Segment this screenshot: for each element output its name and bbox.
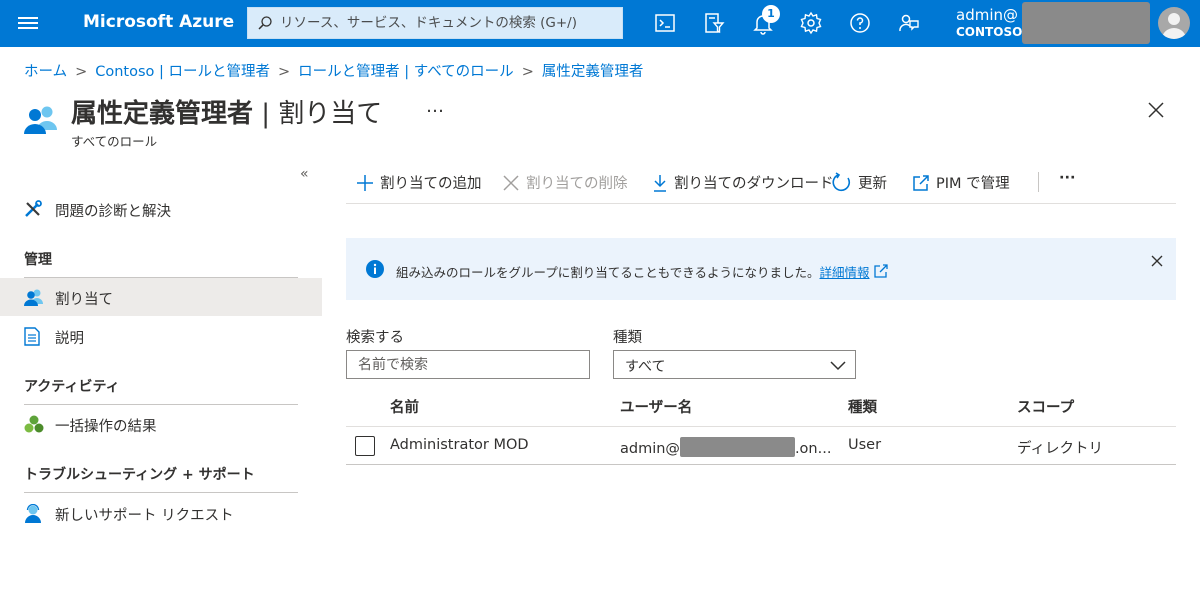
global-search-input[interactable] — [280, 13, 610, 33]
manage-in-pim-label: PIM で管理 — [936, 176, 1010, 192]
banner-message: 組み込みのロールをグループに割り当てることもできるようになりました。詳細情報 — [396, 262, 888, 281]
wrench-screwdriver-icon — [25, 200, 42, 217]
breadcrumb-chevron-icon: > — [75, 64, 88, 80]
global-search[interactable] — [247, 7, 623, 39]
external-link-icon[interactable] — [873, 264, 888, 278]
users-icon — [24, 289, 43, 306]
portal-brand[interactable]: Microsoft Azure — [83, 12, 234, 32]
notification-count-badge: 1 — [762, 5, 780, 23]
page-title: 属性定義管理者 | 割り当て — [71, 93, 382, 130]
breadcrumb-current-role[interactable]: 属性定義管理者 — [542, 64, 644, 80]
top-bar: Microsoft Azure 1 admin@ CONTOSO — [0, 0, 1200, 47]
external-link-icon — [913, 175, 929, 191]
info-banner: 組み込みのロールをグループに割り当てることもできるようになりました。詳細情報 — [346, 238, 1176, 300]
type-dropdown-value: すべて — [625, 359, 666, 375]
feedback-icon[interactable] — [897, 11, 921, 35]
column-header-scope[interactable]: スコープ — [1017, 396, 1074, 417]
cell-username-suffix: .on... — [794, 441, 832, 457]
column-header-username[interactable]: ユーザー名 — [620, 396, 692, 417]
cell-name[interactable]: Administrator MOD — [390, 437, 529, 453]
refresh-label: 更新 — [858, 176, 887, 192]
cloud-shell-icon[interactable] — [653, 11, 677, 35]
breadcrumb-contoso-roles[interactable]: Contoso | ロールと管理者 — [95, 64, 270, 80]
dismiss-banner-icon[interactable] — [1150, 254, 1164, 268]
role-users-icon — [24, 106, 57, 134]
avatar[interactable] — [1158, 7, 1190, 39]
plus-icon — [357, 175, 373, 191]
add-assignment-button[interactable]: 割り当ての追加 — [356, 172, 482, 193]
add-assignment-label: 割り当ての追加 — [380, 176, 482, 192]
sidebar-section-activity: アクティビティ — [24, 376, 298, 405]
manage-in-pim-button[interactable]: PIM で管理 — [912, 172, 1010, 193]
sidebar-section-manage: 管理 — [24, 249, 298, 278]
support-person-icon — [25, 504, 41, 523]
chevron-down-icon — [830, 361, 846, 371]
sidebar-item-bulk-results[interactable]: 一括操作の結果 — [0, 405, 322, 443]
banner-text: 組み込みのロールをグループに割り当てることもできるようになりました。 — [396, 265, 820, 280]
row-checkbox[interactable] — [355, 436, 375, 456]
more-commands-button[interactable]: ··· — [1059, 170, 1076, 186]
sidebar-item-assignments[interactable]: 割り当て — [0, 278, 322, 316]
remove-assignment-label: 割り当ての削除 — [526, 176, 628, 192]
page-subtitle: すべてのロール — [71, 134, 158, 149]
search-by-name-input[interactable] — [346, 350, 590, 379]
sidebar-item-new-support-request[interactable]: 新しいサポート リクエスト — [0, 494, 322, 532]
close-icon — [503, 175, 519, 191]
cell-username: admin@ .on... — [620, 437, 831, 457]
download-assignments-button[interactable]: 割り当てのダウンロード — [652, 172, 834, 193]
remove-assignment-button[interactable]: 割り当ての削除 — [502, 172, 628, 193]
command-bar: 割り当ての追加 割り当ての削除 割り当てのダウンロード 更新 PIM で管理 ·… — [346, 166, 1176, 204]
learn-more-link[interactable]: 詳細情報 — [820, 265, 870, 280]
user-avatar-icon — [1162, 13, 1186, 39]
settings-icon[interactable] — [799, 11, 823, 35]
refresh-icon — [832, 172, 851, 192]
document-icon — [24, 327, 40, 346]
hamburger-menu-icon[interactable] — [18, 14, 38, 32]
column-header-type[interactable]: 種類 — [848, 396, 877, 417]
sidebar-item-label: 割り当て — [55, 292, 113, 308]
page-title-role: 属性定義管理者 — [71, 99, 254, 129]
sidebar-item-label: 問題の診断と解決 — [55, 204, 171, 220]
sidebar-item-label: 新しいサポート リクエスト — [55, 508, 234, 524]
info-icon — [366, 260, 384, 278]
breadcrumb-chevron-icon: > — [521, 64, 534, 80]
bulk-operation-icon — [24, 415, 44, 433]
redacted-account-block — [1022, 2, 1150, 44]
sidebar-item-label: 説明 — [55, 331, 84, 347]
account-tenant: CONTOSO — [956, 25, 1023, 39]
account-name: admin@ — [956, 6, 1018, 24]
search-label: 検索する — [346, 330, 404, 346]
cell-username-prefix: admin@ — [620, 441, 680, 457]
cell-type: User — [848, 437, 882, 453]
type-label: 種類 — [613, 330, 642, 346]
refresh-button[interactable]: 更新 — [832, 172, 887, 193]
download-assignments-label: 割り当てのダウンロード — [674, 176, 834, 192]
breadcrumb-all-roles[interactable]: ロールと管理者 | すべてのロール — [298, 64, 514, 80]
search-icon — [258, 16, 272, 30]
help-icon[interactable] — [848, 11, 872, 35]
breadcrumb-chevron-icon: > — [278, 64, 291, 80]
column-header-name[interactable]: 名前 — [390, 396, 419, 417]
sidebar-item-label: 一括操作の結果 — [55, 419, 157, 435]
title-more-button[interactable]: … — [426, 96, 445, 117]
directory-filter-icon[interactable] — [702, 11, 726, 35]
breadcrumb: ホーム > Contoso | ロールと管理者 > ロールと管理者 | すべてのロール >… — [24, 60, 643, 81]
sidebar-item-description[interactable]: 説明 — [0, 317, 322, 355]
command-divider — [1038, 172, 1039, 192]
cell-scope: ディレクトリ — [1017, 441, 1103, 457]
collapse-sidebar-button[interactable]: « — [300, 166, 309, 182]
sidebar-section-troubleshooting: トラブルシューティング + サポート — [24, 464, 298, 493]
page-title-section: | 割り当て — [253, 99, 383, 129]
download-icon — [654, 175, 666, 192]
close-icon[interactable] — [1146, 100, 1166, 120]
table-row[interactable]: Administrator MOD admin@ .on... User ディレク… — [346, 427, 1176, 465]
account-menu[interactable]: admin@ CONTOSO — [956, 6, 1022, 39]
type-dropdown[interactable]: すべて — [613, 350, 856, 379]
breadcrumb-home[interactable]: ホーム — [24, 64, 67, 80]
sidebar-item-diagnose[interactable]: 問題の診断と解決 — [0, 190, 322, 228]
redacted-username-block — [679, 437, 795, 457]
